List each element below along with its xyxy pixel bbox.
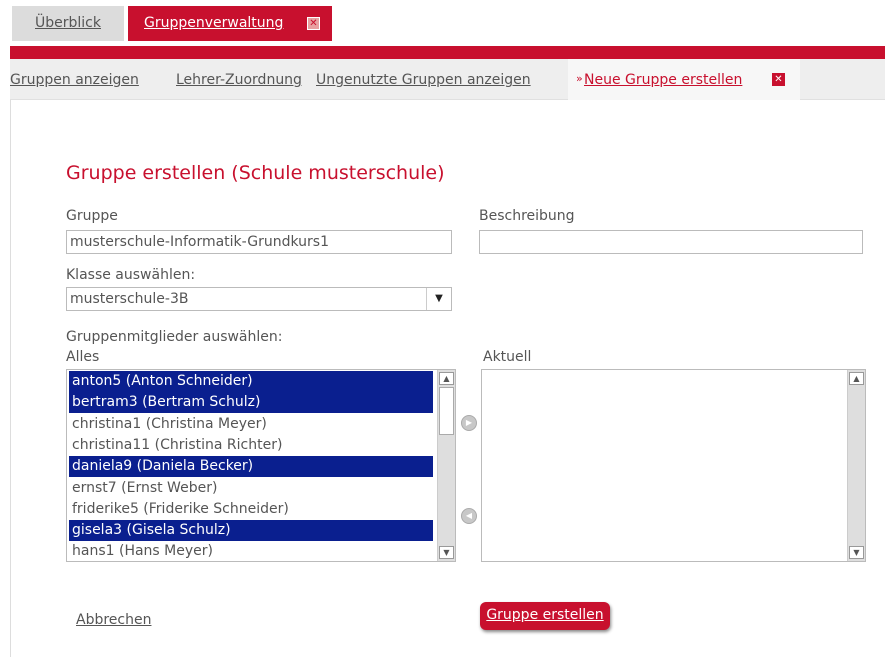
tab-group-management-label[interactable]: Gruppenverwaltung: [144, 15, 283, 31]
group-name-input[interactable]: musterschule-Informatik-Grundkurs1: [66, 230, 452, 254]
group-label: Gruppe: [66, 208, 118, 224]
scroll-up-icon[interactable]: ▲: [439, 372, 454, 385]
scroll-up-icon[interactable]: ▲: [849, 372, 864, 385]
list-item[interactable]: friderike5 (Friderike Schneider): [69, 499, 433, 520]
description-input[interactable]: [479, 230, 863, 254]
scroll-thumb[interactable]: [439, 387, 454, 435]
double-chevron-right-icon: »: [576, 72, 583, 85]
subnav-unused-groups[interactable]: Ungenutzte Gruppen anzeigen: [316, 72, 531, 88]
all-members-list[interactable]: hans1 (Hans Meyer) gisela3 (Gisela Schulz…: [66, 369, 456, 562]
description-label: Beschreibung: [479, 208, 575, 224]
list-item[interactable]: ernst7 (Ernst Weber): [69, 478, 433, 499]
current-members-list[interactable]: ▲ ▼: [481, 369, 866, 562]
list-item[interactable]: christina11 (Christina Richter): [69, 435, 433, 456]
list-item[interactable]: hans1 (Hans Meyer): [69, 541, 433, 561]
current-label: Aktuell: [483, 349, 532, 365]
tab-group-management[interactable]: Gruppenverwaltung ✕: [128, 6, 332, 41]
close-icon[interactable]: ✕: [772, 73, 785, 86]
chevron-down-icon[interactable]: ▼: [426, 288, 451, 310]
tab-accent-bar: [10, 46, 885, 59]
list-item[interactable]: anton5 (Anton Schneider): [69, 371, 433, 392]
list-item[interactable]: bertram3 (Bertram Schulz): [69, 392, 433, 414]
class-label: Klasse auswählen:: [66, 267, 196, 283]
list-item[interactable]: daniela9 (Daniela Becker): [69, 456, 433, 478]
arrow-left-circle-icon[interactable]: ◀: [461, 508, 477, 524]
class-select-value: musterschule-3B: [70, 291, 189, 307]
list-item[interactable]: christina1 (Christina Meyer): [69, 414, 433, 435]
cancel-link[interactable]: Abbrechen: [76, 612, 151, 628]
members-label: Gruppenmitglieder auswählen:: [66, 329, 283, 345]
tab-overview[interactable]: Überblick: [12, 6, 124, 41]
class-select[interactable]: musterschule-3B ▼: [66, 287, 452, 311]
subnav-new-group[interactable]: Neue Gruppe erstellen: [584, 72, 742, 88]
create-group-button[interactable]: Gruppe erstellen: [480, 602, 610, 630]
close-icon[interactable]: ✕: [307, 17, 320, 30]
arrow-right-circle-icon[interactable]: ▶: [461, 415, 477, 431]
content-border: [10, 100, 11, 657]
subnav-teacher-assignment[interactable]: Lehrer-Zuordnung: [176, 72, 302, 88]
all-members-scrollbar[interactable]: ▲ ▼: [437, 370, 455, 561]
scroll-down-icon[interactable]: ▼: [439, 546, 454, 559]
list-item[interactable]: gisela3 (Gisela Schulz): [69, 520, 433, 542]
subnav-show-groups[interactable]: Gruppen anzeigen: [10, 72, 139, 88]
all-label: Alles: [66, 349, 100, 365]
current-members-scrollbar[interactable]: ▲ ▼: [847, 370, 865, 561]
sub-navigation: Gruppen anzeigen Lehrer-Zuordnung Ungenu…: [10, 59, 885, 100]
scroll-down-icon[interactable]: ▼: [849, 546, 864, 559]
page-title: Gruppe erstellen (Schule musterschule): [66, 162, 445, 184]
